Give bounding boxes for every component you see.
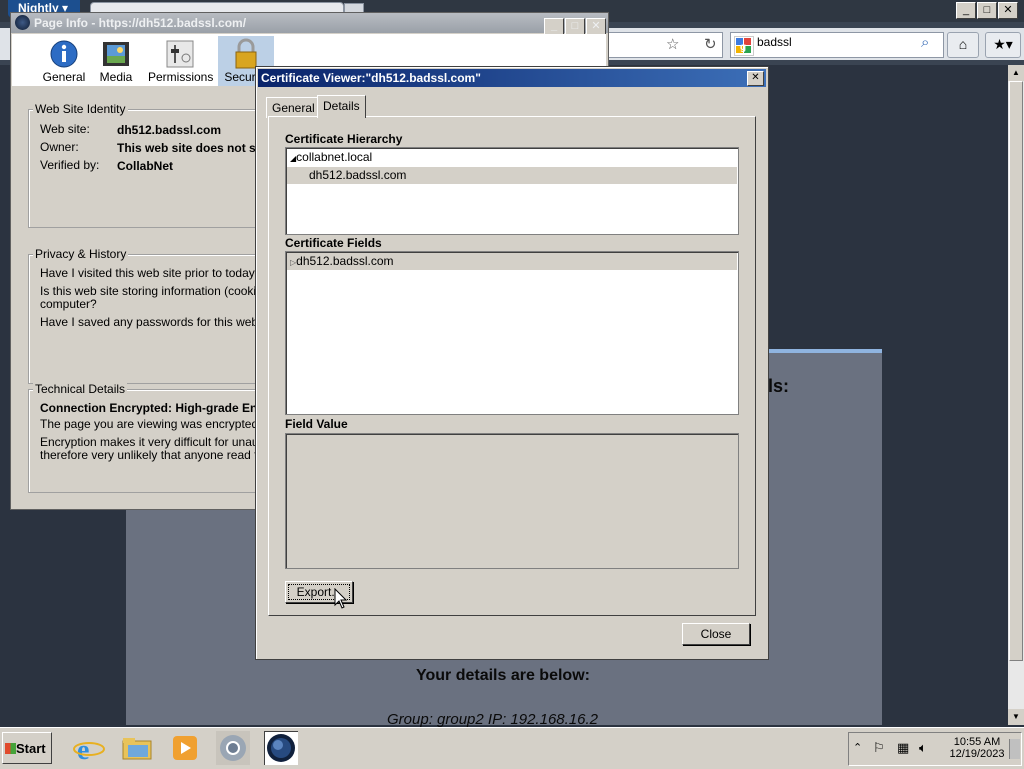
page-scrollbar[interactable]: ▲ ▼: [1008, 65, 1024, 725]
field-item-label: dh512.badssl.com: [296, 254, 394, 268]
owner-label: Owner:: [40, 140, 79, 154]
certificate-hierarchy-tree[interactable]: ◢collabnet.local dh512.badssl.com: [285, 147, 739, 235]
technical-line-3: Encryption makes it very difficult for u…: [40, 435, 276, 449]
tab-general-label: General: [42, 70, 86, 84]
owner-value: This web site does not su: [117, 141, 264, 155]
volume-icon[interactable]: 🔈︎: [919, 740, 927, 756]
permissions-icon: [164, 38, 196, 70]
page-info-titlebar[interactable]: Page Info - https://dh512.badssl.com/ _ □…: [11, 13, 608, 35]
privacy-question-cookies-cont: computer?: [40, 297, 97, 311]
privacy-group: Privacy & History Have I visited this we…: [28, 247, 283, 384]
close-button[interactable]: ✕: [998, 2, 1018, 19]
close-icon[interactable]: ✕: [747, 71, 764, 86]
certificate-viewer-dialog: Certificate Viewer:"dh512.badssl.com" ✕ …: [255, 66, 769, 660]
google-icon[interactable]: g: [734, 36, 754, 56]
bookmark-star-icon[interactable]: ☆: [666, 35, 679, 53]
mouse-cursor-icon: [334, 588, 348, 609]
nightly-icon: [15, 15, 30, 30]
home-icon: ⌂: [958, 36, 968, 52]
verified-by-value: CollabNet: [117, 159, 174, 173]
info-icon: [48, 38, 80, 70]
tab-details[interactable]: Details: [317, 95, 366, 118]
connection-status: Connection Encrypted: High-grade Enc: [40, 401, 265, 415]
windows-logo-icon: [5, 743, 16, 754]
certificate-viewer-title: Certificate Viewer:"dh512.badssl.com": [261, 71, 481, 85]
clock-time: 10:55 AM: [953, 736, 1001, 748]
privacy-question-passwords: Have I saved any passwords for this web …: [40, 315, 281, 329]
tab-permissions[interactable]: Permissions: [148, 36, 214, 86]
tab-general[interactable]: General: [36, 36, 92, 86]
start-label: Start: [16, 741, 46, 756]
reload-icon[interactable]: ↻: [704, 35, 717, 53]
media-icon: [100, 38, 132, 70]
field-value-textarea[interactable]: [285, 433, 739, 569]
details-heading: Your details are below:: [416, 667, 590, 684]
field-item-dh512[interactable]: ▷dh512.badssl.com: [287, 253, 737, 270]
tree-item-label: dh512.badssl.com: [309, 168, 407, 182]
url-bar[interactable]: ☆ ↻: [600, 32, 723, 58]
media-player-icon[interactable]: [168, 731, 202, 765]
field-value-label: Field Value: [285, 417, 348, 431]
tab-media-label: Media: [99, 70, 133, 84]
search-input[interactable]: badssl: [757, 35, 792, 49]
start-button[interactable]: Start: [2, 732, 52, 764]
bookmarks-button[interactable]: ★▾: [985, 32, 1021, 58]
partial-heading: ls:: [768, 376, 790, 396]
certificate-fields-label: Certificate Fields: [285, 236, 382, 250]
close-button[interactable]: ✕: [586, 18, 606, 35]
certificate-fields-tree[interactable]: ▷dh512.badssl.com: [285, 251, 739, 415]
tree-item-label: collabnet.local: [296, 150, 373, 164]
taskbar: Start e ⌃ ⚐ ▦ 🔈︎ 10:55 AM 12/19/2023: [0, 727, 1024, 769]
identity-group: Web Site Identity Web site: dh512.badssl…: [28, 102, 270, 228]
clock-date: 12/19/2023: [949, 748, 1005, 760]
scroll-down-icon[interactable]: ▼: [1008, 709, 1024, 725]
show-desktop-button[interactable]: [1009, 739, 1020, 759]
minimize-button[interactable]: _: [956, 2, 976, 19]
window-controls: _ □ ✕: [955, 2, 1018, 19]
website-value: dh512.badssl.com: [117, 123, 222, 137]
verified-by-label: Verified by:: [40, 158, 100, 172]
search-bar[interactable]: g badssl ⌕: [730, 32, 944, 58]
close-button[interactable]: Close: [682, 623, 750, 645]
technical-line-4: therefore very unlikely that anyone read…: [40, 448, 273, 462]
tree-item-dh512[interactable]: dh512.badssl.com: [287, 167, 737, 184]
system-tray: ⌃ ⚐ ▦ 🔈︎ 10:55 AM 12/19/2023: [848, 732, 1022, 766]
svg-text:e: e: [77, 735, 89, 765]
technical-group: Technical Details Connection Encrypted: …: [28, 382, 278, 493]
action-center-flag-icon[interactable]: ⚐: [873, 740, 885, 756]
nightly-icon[interactable]: [264, 731, 298, 765]
certificate-hierarchy-label: Certificate Hierarchy: [285, 132, 403, 146]
scroll-thumb[interactable]: [1009, 81, 1023, 661]
details-panel: Certificate Hierarchy ◢collabnet.local d…: [268, 116, 756, 616]
technical-line-2: The page you are viewing was encrypted b…: [40, 417, 279, 431]
technical-legend: Technical Details: [33, 382, 128, 396]
search-icon[interactable]: ⌕: [921, 34, 929, 51]
privacy-legend: Privacy & History: [33, 247, 129, 261]
chrome-icon[interactable]: [216, 731, 250, 765]
scroll-up-icon[interactable]: ▲: [1008, 65, 1024, 81]
certificate-viewer-titlebar[interactable]: Certificate Viewer:"dh512.badssl.com" ✕: [258, 69, 766, 87]
page-info-title: Page Info - https://dh512.badssl.com/: [34, 16, 247, 30]
show-hidden-icons-icon[interactable]: ⌃: [853, 741, 862, 754]
maximize-button[interactable]: □: [977, 2, 997, 19]
minimize-button[interactable]: _: [544, 18, 564, 35]
page-info-window-controls: _ □ ✕: [543, 15, 606, 35]
privacy-question-visited: Have I visited this web site prior to to…: [40, 266, 262, 280]
bookmarks-menu-icon: ★▾: [993, 36, 1013, 52]
website-label: Web site:: [40, 122, 90, 136]
network-icon[interactable]: ▦: [897, 740, 909, 756]
tab-general[interactable]: General: [266, 97, 321, 118]
explorer-folder-icon[interactable]: [120, 731, 154, 765]
clock[interactable]: 10:55 AM 12/19/2023: [949, 736, 1005, 760]
home-button[interactable]: ⌂: [947, 32, 979, 58]
svg-text:g: g: [740, 42, 746, 53]
details-line: Group: group2 IP: 192.168.16.2: [387, 711, 598, 728]
tree-item-collabnet[interactable]: ◢collabnet.local: [287, 149, 737, 166]
identity-legend: Web Site Identity: [33, 102, 128, 116]
ie-icon[interactable]: e: [72, 731, 106, 766]
privacy-question-cookies: Is this web site storing information (co…: [40, 284, 283, 298]
maximize-button[interactable]: □: [565, 18, 585, 35]
tab-permissions-label: Permissions: [148, 70, 214, 84]
tab-media[interactable]: Media: [88, 36, 144, 86]
